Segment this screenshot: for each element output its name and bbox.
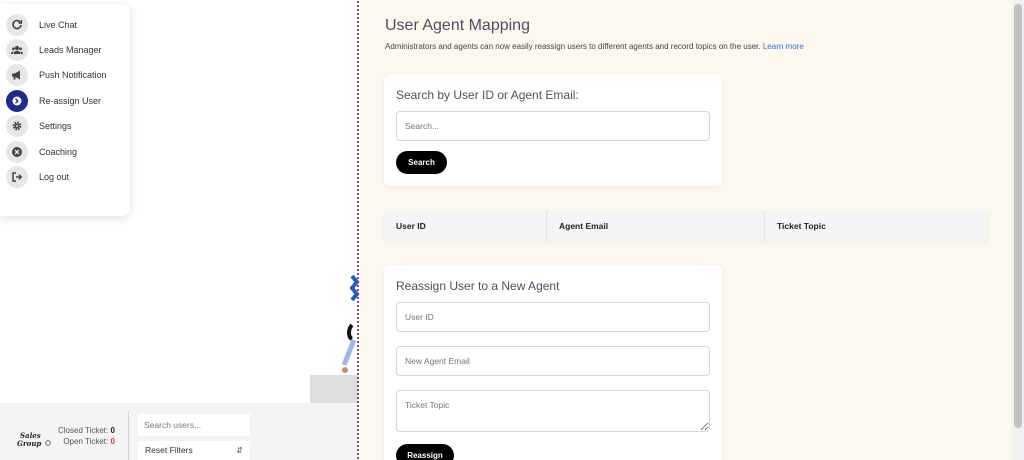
new-agent-email-input[interactable] [396, 346, 710, 376]
search-input[interactable] [396, 111, 710, 141]
menu-label: Coaching [39, 146, 78, 157]
menu-label: Leads Manager [39, 45, 102, 56]
page-subtitle: Administrators and agents can now easily… [385, 42, 804, 51]
gear-icon [6, 115, 28, 138]
menu-label: Log out [39, 172, 70, 183]
learn-more-link[interactable]: Learn more [763, 42, 804, 51]
menu-item-settings[interactable]: Settings [0, 114, 130, 139]
refresh-icon [6, 13, 28, 36]
menu-label: Re-assign User [39, 95, 102, 106]
open-ticket-label: Open Ticket: [63, 437, 109, 446]
search-button[interactable]: Search [396, 151, 447, 174]
subtitle-text: Administrators and agents can now easily… [385, 42, 761, 51]
menu-label: Push Notification [39, 70, 107, 81]
closed-ticket-count: 0 [110, 426, 115, 435]
page-title: User Agent Mapping [385, 17, 530, 34]
bottom-bar: Sales Group Closed Ticket: 0 Open Ticket… [0, 403, 358, 460]
scrollbar-thumb[interactable] [1014, 4, 1022, 428]
main-panel: User Agent Mapping Administrators and ag… [360, 0, 1012, 460]
menu-item-leads-manager[interactable]: Leads Manager [0, 37, 130, 62]
column-header-agent-email[interactable]: Agent Email [547, 211, 765, 241]
reset-filters-button[interactable]: Reset Filters ⇵ [138, 441, 250, 460]
search-card-title: Search by User ID or Agent Email: [396, 88, 579, 102]
ticket-counts: Closed Ticket: 0 Open Ticket: 0 [58, 425, 115, 447]
users-icon [6, 39, 28, 62]
menu-item-live-chat[interactable]: Live Chat [0, 12, 130, 37]
closed-ticket-label: Closed Ticket: [58, 426, 109, 435]
search-card: Search by User ID or Agent Email: Search [384, 74, 722, 186]
menu-item-reassign-user[interactable]: Re-assign User [0, 88, 130, 113]
reassign-card-title: Reassign User to a New Agent [396, 279, 560, 293]
reassign-button[interactable]: Reassign [396, 444, 454, 460]
svg-text:Group: Group [17, 439, 41, 448]
logout-icon [6, 166, 28, 189]
menu-item-log-out[interactable]: Log out [0, 164, 130, 189]
column-header-user-id[interactable]: User ID [384, 211, 547, 241]
divider [128, 411, 129, 460]
arrow-right-icon [6, 89, 28, 112]
search-users-input[interactable] [138, 414, 250, 436]
side-menu: Live Chat Leads Manager Push Notificatio… [0, 4, 130, 216]
menu-label: Live Chat [39, 19, 78, 30]
sales-group-logo: Sales Group [17, 431, 51, 448]
megaphone-icon [6, 64, 28, 87]
column-header-ticket-topic[interactable]: Ticket Topic [765, 211, 988, 241]
reassign-card: Reassign User to a New Agent Reassign [384, 265, 722, 460]
menu-label: Settings [39, 121, 72, 132]
user-id-input[interactable] [396, 302, 710, 332]
reset-filters-label: Reset Filters [145, 445, 193, 455]
mapping-table-header: User ID Agent Email Ticket Topic [384, 211, 988, 241]
menu-item-push-notification[interactable]: Push Notification [0, 63, 130, 88]
menu-item-coaching[interactable]: Coaching [0, 139, 130, 164]
cross-circle-icon [6, 140, 28, 163]
illustration-base [310, 375, 358, 403]
open-ticket-count: 0 [110, 437, 115, 446]
sort-icon: ⇵ [236, 446, 243, 455]
ticket-topic-textarea[interactable] [396, 390, 710, 432]
